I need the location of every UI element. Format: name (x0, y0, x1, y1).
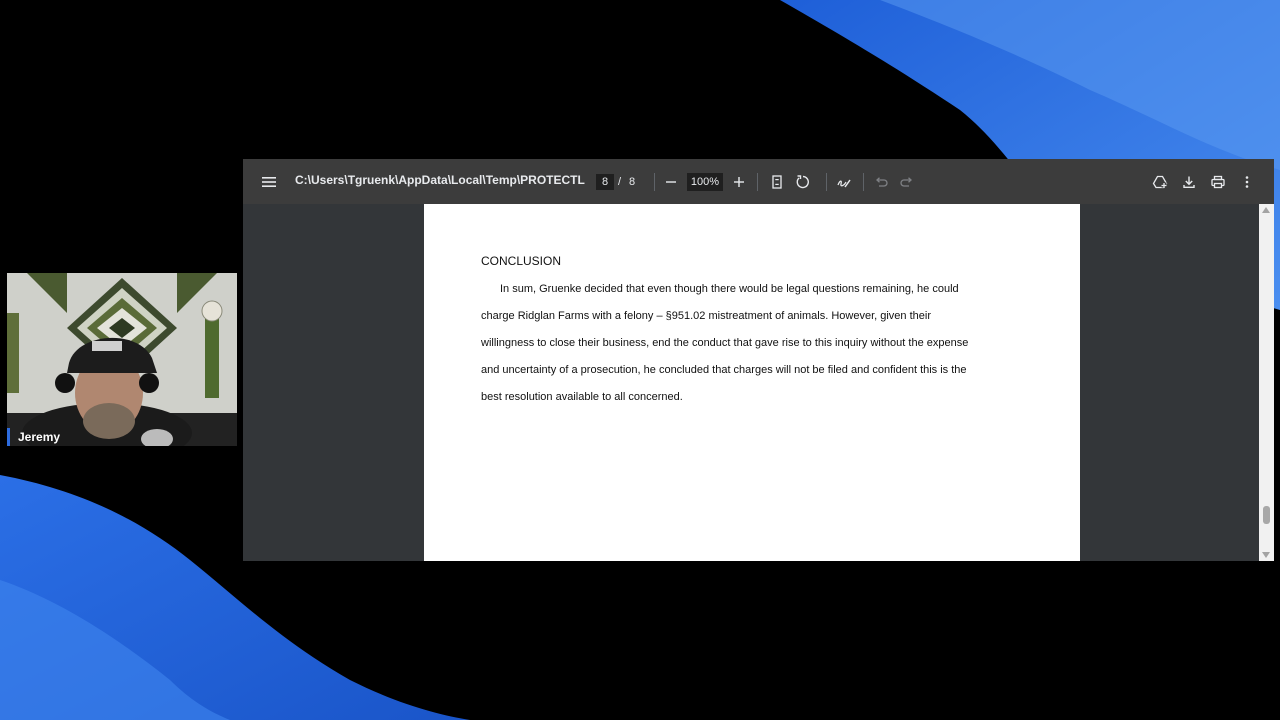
pdf-page: CONCLUSION In sum, Gruenke decided that … (424, 204, 1080, 561)
section-heading: CONCLUSION (481, 254, 562, 268)
scrollbar-thumb[interactable] (1263, 506, 1270, 524)
participant-name-label: Jeremy (7, 428, 66, 446)
webcam-image (7, 273, 237, 446)
toolbar-divider (826, 173, 827, 191)
paragraph-line: and uncertainty of a prosecution, he con… (481, 364, 967, 376)
webcam-feed: Jeremy (7, 273, 237, 446)
file-path-title: C:\Users\Tgruenk\AppData\Local\Temp\PROT… (295, 173, 585, 187)
undo-icon[interactable] (870, 171, 892, 193)
paragraph-line: willingness to close their business, end… (481, 337, 969, 349)
minus-icon[interactable] (660, 171, 682, 193)
drive-icon[interactable] (1149, 171, 1171, 193)
page-total: 8 (629, 176, 636, 188)
redo-icon[interactable] (896, 171, 918, 193)
rotate-icon[interactable] (792, 171, 814, 193)
toolbar-divider (757, 173, 758, 191)
vertical-scrollbar[interactable] (1259, 204, 1274, 561)
toolbar-divider (654, 173, 655, 191)
scroll-down-arrow-icon[interactable] (1262, 552, 1270, 558)
paragraph-line: In sum, Gruenke decided that even though… (500, 283, 959, 295)
download-icon[interactable] (1178, 171, 1200, 193)
pdf-content-area[interactable]: CONCLUSION In sum, Gruenke decided that … (243, 204, 1259, 561)
page-number-input[interactable]: 8 (596, 174, 614, 190)
scroll-up-arrow-icon[interactable] (1262, 207, 1270, 213)
draw-icon[interactable] (833, 171, 855, 193)
pdf-viewer-window: C:\Users\Tgruenk\AppData\Local\Temp\PROT… (243, 159, 1274, 561)
plus-icon[interactable] (728, 171, 750, 193)
print-icon[interactable] (1207, 171, 1229, 193)
menu-icon[interactable] (257, 170, 281, 194)
pdf-toolbar: C:\Users\Tgruenk\AppData\Local\Temp\PROT… (243, 159, 1274, 204)
zoom-level-input[interactable]: 100% (687, 173, 723, 191)
toolbar-divider (863, 173, 864, 191)
paragraph-line: best resolution available to all concern… (481, 391, 683, 403)
more-vert-icon[interactable] (1236, 171, 1258, 193)
page-separator: / (618, 176, 622, 188)
paragraph-line: charge Ridglan Farms with a felony – §95… (481, 310, 931, 322)
fit-page-icon[interactable] (766, 171, 788, 193)
